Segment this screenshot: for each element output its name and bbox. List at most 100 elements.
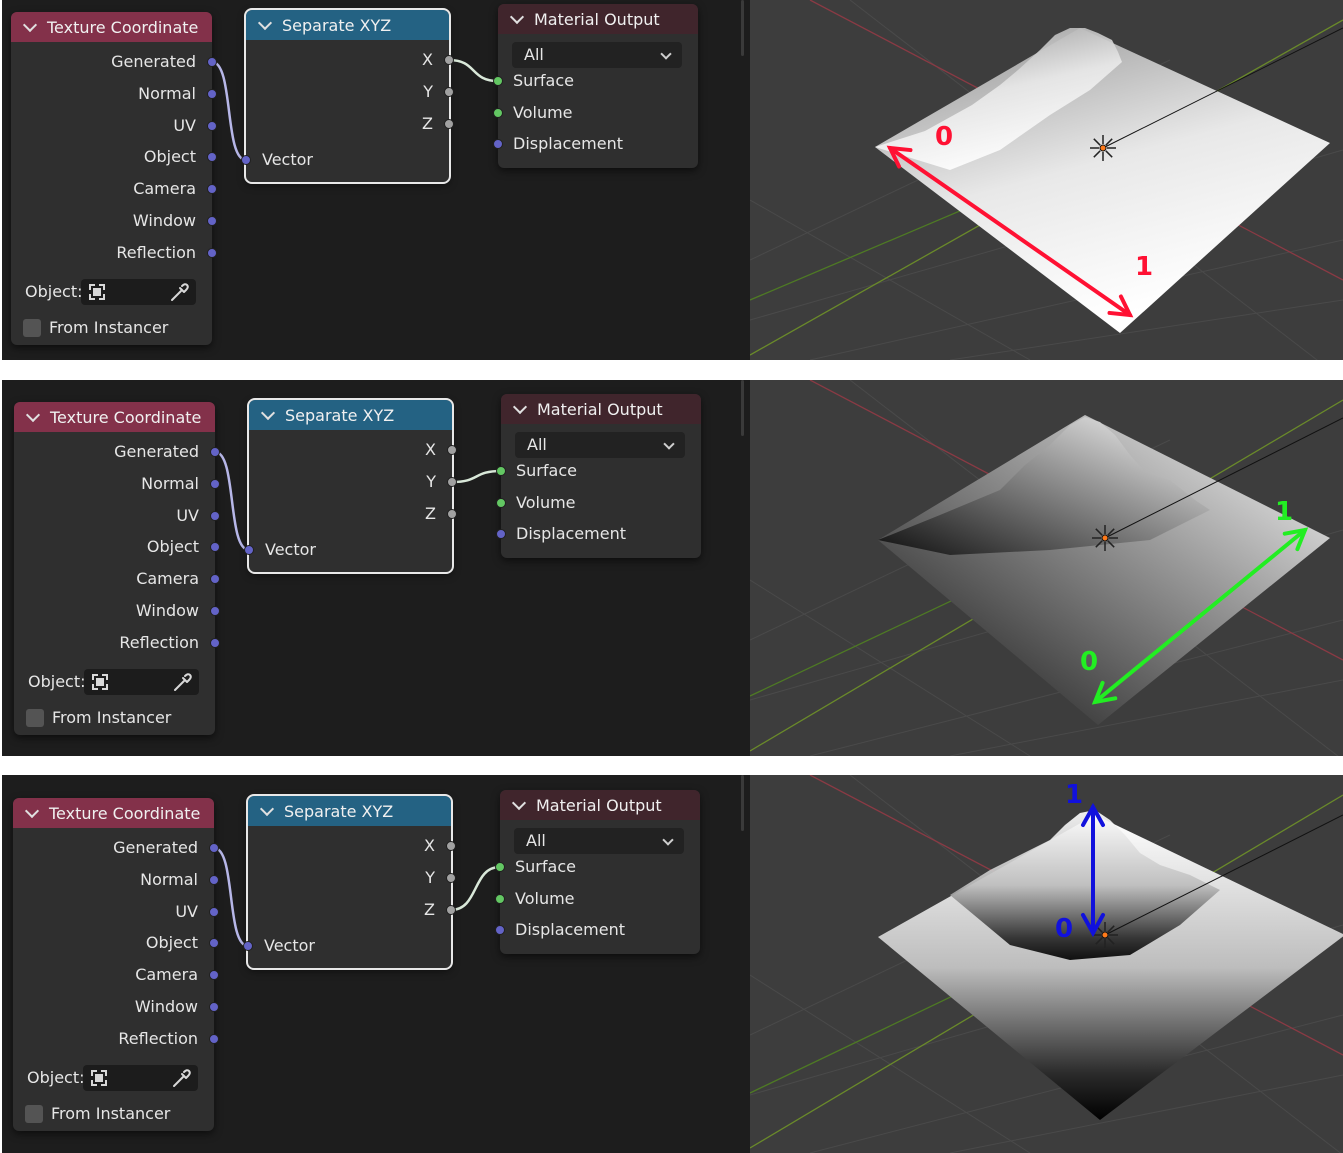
node-header[interactable]: Texture Coordinate (11, 12, 212, 42)
node-header[interactable]: Texture Coordinate (13, 798, 214, 828)
output-socket-label: Z (424, 900, 435, 919)
node-link-vector[interactable] (213, 846, 249, 948)
texture-coordinate-node[interactable]: Texture Coordinate Generated Normal UV Objec… (11, 12, 217, 345)
output-socket[interactable] (446, 841, 456, 851)
output-socket[interactable] (444, 55, 454, 65)
output-socket[interactable] (447, 477, 457, 487)
terrain-peak[interactable] (878, 417, 1210, 555)
output-socket-label: Y (426, 472, 436, 491)
texture-coordinate-node[interactable]: Texture Coordinate Generated Normal UV Objec… (14, 402, 220, 735)
output-socket[interactable] (447, 445, 457, 455)
collapse-chevron-icon[interactable] (260, 405, 276, 420)
separate-xyz-node[interactable]: Separate XYZ X Y Z Vector (244, 398, 457, 574)
output-socket[interactable] (210, 510, 220, 521)
light-origin-icon[interactable] (1090, 135, 1116, 161)
material-output-node[interactable]: Material Output All Surface Volume Displacem… (493, 4, 698, 168)
output-socket[interactable] (207, 216, 217, 226)
annotation-end-label: 1 (1275, 497, 1293, 527)
output-socket[interactable] (209, 843, 219, 853)
input-socket[interactable] (496, 529, 506, 539)
object-picker-field[interactable] (84, 669, 199, 695)
collapse-chevron-icon[interactable] (509, 9, 525, 24)
input-socket[interactable] (495, 925, 505, 935)
output-socket[interactable] (210, 606, 220, 616)
shader-node-editor[interactable]: Texture Coordinate Generated Normal UV Objec… (2, 380, 748, 756)
output-socket[interactable] (210, 637, 220, 648)
node-link-float[interactable] (448, 58, 499, 83)
output-socket[interactable] (209, 906, 219, 917)
render-target-dropdown[interactable]: All (515, 432, 685, 458)
object-picker-field[interactable] (83, 1065, 198, 1091)
material-output-node[interactable]: Material Output All Surface Volume Displacem… (495, 790, 700, 954)
output-socket[interactable] (446, 905, 456, 915)
collapse-chevron-icon[interactable] (25, 407, 41, 422)
shader-node-editor[interactable]: Texture Coordinate Generated Normal UV Objec… (2, 0, 748, 360)
output-socket[interactable] (209, 874, 219, 885)
output-socket[interactable] (446, 873, 456, 883)
chevron-down-icon (662, 834, 674, 846)
collapse-chevron-icon[interactable] (259, 801, 275, 816)
input-socket[interactable] (243, 941, 253, 951)
output-socket[interactable] (444, 87, 454, 97)
eyedropper-icon[interactable] (170, 1068, 192, 1090)
input-socket[interactable] (495, 893, 505, 904)
from-instancer-checkbox[interactable] (26, 709, 44, 727)
node-header[interactable]: Separate XYZ (249, 400, 452, 430)
eyedropper-icon[interactable] (168, 282, 190, 304)
output-socket[interactable] (207, 88, 217, 99)
chevron-down-icon (663, 438, 675, 450)
object-picker-field[interactable] (81, 279, 196, 305)
separate-xyz-node[interactable]: Separate XYZ X Y Z Vector (241, 8, 454, 184)
collapse-chevron-icon[interactable] (22, 17, 38, 32)
input-socket[interactable] (493, 107, 503, 118)
node-link-float[interactable] (451, 469, 502, 484)
collapse-chevron-icon[interactable] (257, 15, 273, 30)
from-instancer-checkbox[interactable] (23, 319, 41, 337)
from-instancer-checkbox[interactable] (25, 1105, 43, 1123)
node-title: Separate XYZ (284, 801, 394, 821)
input-socket[interactable] (244, 545, 254, 555)
collapse-chevron-icon[interactable] (511, 795, 527, 810)
output-socket[interactable] (207, 120, 217, 131)
input-socket[interactable] (241, 155, 251, 165)
node-header[interactable]: Separate XYZ (246, 10, 449, 40)
node-link-float[interactable] (450, 865, 501, 912)
node-link-vector[interactable] (214, 450, 250, 552)
light-origin-icon[interactable] (1092, 525, 1118, 551)
node-header[interactable]: Material Output (498, 4, 698, 34)
input-socket[interactable] (493, 139, 503, 149)
3d-viewport[interactable]: 01 (750, 380, 1343, 756)
eyedropper-icon[interactable] (171, 672, 193, 694)
output-socket[interactable] (210, 447, 220, 457)
node-header[interactable]: Separate XYZ (248, 796, 451, 826)
output-socket[interactable] (207, 57, 217, 67)
node-link-vector[interactable] (211, 60, 247, 162)
dropdown-value: All (526, 831, 546, 850)
collapse-chevron-icon[interactable] (512, 399, 528, 414)
render-target-dropdown[interactable]: All (512, 42, 682, 68)
render-target-dropdown[interactable]: All (514, 828, 684, 854)
output-socket[interactable] (447, 509, 457, 519)
output-socket[interactable] (209, 1033, 219, 1044)
output-socket[interactable] (207, 247, 217, 258)
collapse-chevron-icon[interactable] (24, 803, 40, 818)
texture-coordinate-node[interactable]: Texture Coordinate Generated Normal UV Objec… (13, 798, 219, 1131)
node-header[interactable]: Material Output (500, 790, 700, 820)
output-socket[interactable] (209, 1002, 219, 1012)
viewport-scene: 01 (750, 775, 1343, 1153)
output-socket[interactable] (210, 478, 220, 489)
input-socket[interactable] (495, 862, 505, 872)
3d-viewport[interactable]: 01 (750, 0, 1343, 360)
output-socket[interactable] (444, 119, 454, 129)
input-socket[interactable] (496, 497, 506, 508)
input-socket-label: Vector (265, 540, 316, 559)
material-output-node[interactable]: Material Output All Surface Volume Displacem… (496, 394, 701, 558)
node-header[interactable]: Texture Coordinate (14, 402, 215, 432)
input-socket[interactable] (496, 466, 506, 476)
node-header[interactable]: Material Output (501, 394, 701, 424)
input-socket-label: Displacement (516, 524, 626, 543)
input-socket[interactable] (493, 76, 503, 86)
separate-xyz-node[interactable]: Separate XYZ X Y Z Vector (243, 794, 456, 970)
3d-viewport[interactable]: 01 (750, 775, 1343, 1153)
shader-node-editor[interactable]: Texture Coordinate Generated Normal UV Objec… (2, 775, 748, 1153)
